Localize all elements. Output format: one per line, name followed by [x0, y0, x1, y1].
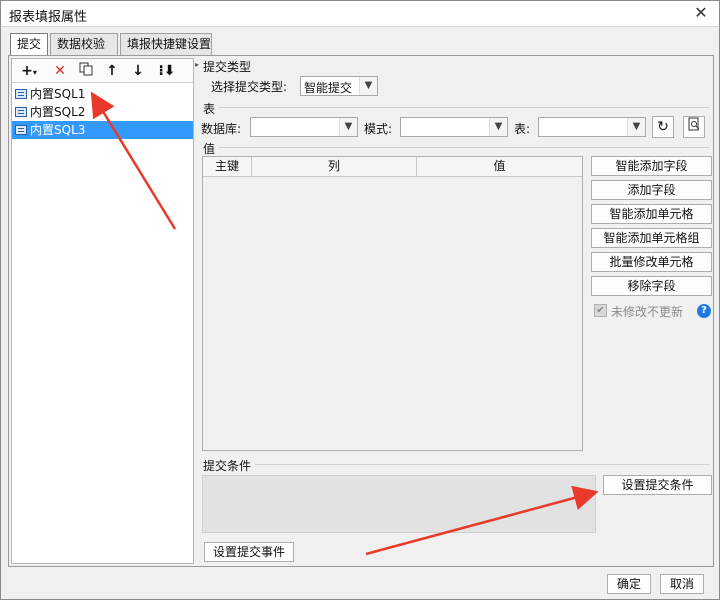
preview-icon[interactable]	[683, 116, 705, 138]
smart-add-cell-button[interactable]: 智能添加单元格	[591, 204, 712, 224]
divider	[219, 147, 709, 148]
divider	[219, 107, 709, 108]
submit-type-label: 选择提交类型:	[211, 80, 288, 94]
move-up-icon[interactable]: ↑	[102, 62, 122, 80]
tab-content: +▾ ✕ ↑ ↓ ⁝⬇ 内置SQL1 内置SQL2 内置SQL3 ▸ 提交类型 …	[8, 55, 714, 567]
list-toolbar: +▾ ✕ ↑ ↓ ⁝⬇	[12, 59, 193, 83]
table-icon	[15, 107, 27, 117]
delete-icon[interactable]: ✕	[50, 62, 70, 80]
sql-list-pane: +▾ ✕ ↑ ↓ ⁝⬇ 内置SQL1 内置SQL2 内置SQL3	[11, 58, 194, 564]
condition-display-area	[202, 475, 596, 533]
column-header-value[interactable]: 值	[417, 157, 582, 177]
cancel-button[interactable]: 取消	[660, 574, 704, 594]
sql-tree: 内置SQL1 内置SQL2 内置SQL3	[12, 85, 193, 139]
no-update-unmodified-checkbox[interactable]: ✔	[594, 304, 607, 317]
grid-header: 主键 列 值	[203, 157, 582, 177]
table-icon	[15, 125, 27, 135]
column-header-primary-key[interactable]: 主键	[203, 157, 252, 177]
submit-type-select[interactable]: 智能提交 ▼	[300, 76, 378, 96]
database-label: 数据库:	[201, 122, 242, 136]
condition-section-label: 提交条件	[203, 459, 252, 473]
batch-modify-cell-button[interactable]: 批量修改单元格	[591, 252, 712, 272]
set-submit-condition-button[interactable]: 设置提交条件	[603, 475, 712, 495]
table-section-label: 表	[203, 102, 216, 116]
tab-data-validation[interactable]: 数据校验	[50, 33, 118, 55]
move-bottom-icon[interactable]: ⁝⬇	[154, 62, 180, 80]
divider	[255, 464, 709, 465]
report-fill-properties-dialog: 报表填报属性 ✕ 提交 数据校验 填报快捷键设置 +▾ ✕ ↑ ↓ ⁝⬇ 内置S…	[0, 0, 720, 600]
tab-submit[interactable]: 提交	[10, 33, 48, 56]
column-header-column[interactable]: 列	[252, 157, 417, 177]
chevron-down-icon: ▼	[359, 77, 377, 95]
table-label: 表:	[514, 122, 531, 136]
chevron-down-icon: ▼	[339, 118, 357, 136]
add-dropdown-icon[interactable]: +▾	[16, 62, 42, 80]
help-icon[interactable]: ?	[697, 304, 711, 318]
field-grid[interactable]: 主键 列 值	[202, 156, 583, 451]
tree-item-label: 内置SQL1	[30, 87, 86, 101]
remove-field-button[interactable]: 移除字段	[591, 276, 712, 296]
tree-item-label: 内置SQL3	[30, 123, 86, 137]
chevron-down-icon: ▼	[489, 118, 507, 136]
table-icon	[15, 89, 27, 99]
smart-add-field-button[interactable]: 智能添加字段	[591, 156, 712, 176]
schema-label: 模式:	[364, 122, 393, 136]
schema-select[interactable]: ▼	[400, 117, 508, 137]
refresh-icon[interactable]: ↻	[652, 116, 674, 138]
database-select[interactable]: ▼	[250, 117, 358, 137]
tree-item-sql3[interactable]: 内置SQL3	[12, 121, 193, 139]
add-field-button[interactable]: 添加字段	[591, 180, 712, 200]
tree-item-sql1[interactable]: 内置SQL1	[12, 85, 193, 103]
close-icon[interactable]: ✕	[691, 3, 711, 23]
move-down-icon[interactable]: ↓	[128, 62, 148, 80]
chevron-down-icon: ▼	[627, 118, 645, 136]
value-section-label: 值	[203, 142, 216, 156]
copy-icon[interactable]	[76, 62, 96, 80]
set-submit-event-button[interactable]: 设置提交事件	[204, 542, 294, 562]
submit-settings-pane: 提交类型 选择提交类型: 智能提交 ▼ 表 数据库: ▼ 模式: ▼ 表: ▼	[199, 58, 712, 564]
smart-add-cell-group-button[interactable]: 智能添加单元格组	[591, 228, 712, 248]
title-bar: 报表填报属性 ✕	[1, 1, 719, 27]
tab-shortcut-settings[interactable]: 填报快捷键设置	[120, 33, 212, 55]
ok-button[interactable]: 确定	[607, 574, 651, 594]
window-title: 报表填报属性	[9, 10, 88, 25]
submit-type-value: 智能提交	[304, 81, 353, 95]
tree-item-label: 内置SQL2	[30, 105, 86, 119]
submit-type-section-label: 提交类型	[203, 60, 252, 74]
table-select[interactable]: ▼	[538, 117, 646, 137]
tree-item-sql2[interactable]: 内置SQL2	[12, 103, 193, 121]
no-update-unmodified-label: 未修改不更新	[611, 305, 684, 319]
